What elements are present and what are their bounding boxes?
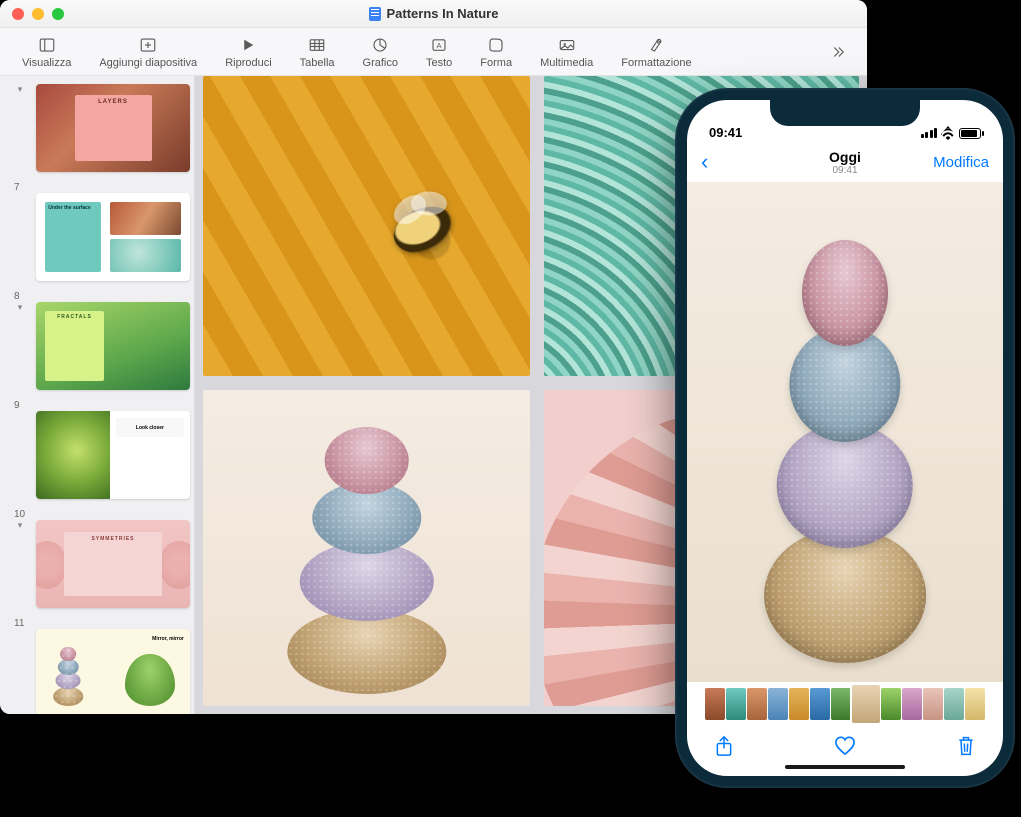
notch <box>770 100 920 126</box>
slide-navigator[interactable]: ▾ LAYERS 7 Under the surface 8 ▾ <box>0 76 195 714</box>
photos-nav-bar: ‹ Oggi 09:41 Modifica <box>687 142 1003 182</box>
filmstrip-thumb[interactable] <box>789 688 809 720</box>
media-button[interactable]: Multimedia <box>526 35 607 69</box>
cellular-signal-icon <box>921 128 938 138</box>
thumb-under-surface[interactable]: Under the surface <box>36 193 190 281</box>
filmstrip-thumb[interactable] <box>747 688 767 720</box>
thumb-title: Under the surface <box>45 202 100 214</box>
wifi-icon <box>941 126 955 140</box>
slide-number: 8 <box>8 291 190 302</box>
plus-icon <box>139 35 157 55</box>
thumb-title: FRACTALS <box>57 314 92 320</box>
filmstrip-thumb-selected[interactable] <box>852 685 880 723</box>
shape-button[interactable]: Forma <box>466 35 526 69</box>
document-icon <box>369 7 381 21</box>
thumb-symmetries[interactable]: SYMMETRIES <box>36 520 190 608</box>
view-icon <box>38 35 56 55</box>
filmstrip-thumb[interactable] <box>726 688 746 720</box>
filmstrip-thumb[interactable] <box>768 688 788 720</box>
slide-thumb-12[interactable]: Mirror, mirror <box>8 629 190 714</box>
status-time: 09:41 <box>709 125 742 140</box>
slide-thumb-11[interactable]: ▾ SYMMETRIES <box>8 520 190 608</box>
shape-label: Forma <box>480 57 512 69</box>
add-slide-button[interactable]: Aggiungi diapositiva <box>85 35 211 69</box>
filmstrip-thumb[interactable] <box>705 688 725 720</box>
filmstrip-thumb[interactable] <box>923 688 943 720</box>
play-icon <box>239 35 257 55</box>
slide-number: 10 <box>8 509 190 520</box>
thumb-layers[interactable]: LAYERS <box>36 84 190 172</box>
thumb-look-closer[interactable]: Look closer <box>36 411 190 499</box>
format-label: Formattazione <box>621 57 691 69</box>
svg-text:A: A <box>437 41 442 50</box>
thumb-title: Mirror, mirror <box>152 636 184 642</box>
view-label: Visualizza <box>22 57 71 69</box>
thumb-mirror[interactable]: Mirror, mirror <box>36 629 190 714</box>
filmstrip-thumb[interactable] <box>902 688 922 720</box>
chevrons-right-icon <box>829 42 847 62</box>
add-slide-label: Aggiungi diapositiva <box>99 57 197 69</box>
media-label: Multimedia <box>540 57 593 69</box>
filmstrip-thumb[interactable] <box>831 688 851 720</box>
thumb-title: Look closer <box>136 425 164 431</box>
share-button[interactable] <box>711 735 737 763</box>
favorite-button[interactable] <box>832 736 858 762</box>
slide-number: 7 <box>8 182 190 193</box>
photo-filmstrip[interactable] <box>687 682 1003 726</box>
status-indicators <box>921 126 982 140</box>
edit-button[interactable]: Modifica <box>933 154 989 171</box>
slide-number: 9 <box>8 400 190 411</box>
window-title-text: Patterns In Nature <box>387 6 499 21</box>
filmstrip-thumb[interactable] <box>944 688 964 720</box>
iphone-screen: 09:41 ‹ Oggi 09:41 Modifica <box>687 100 1003 776</box>
slide-thumb-8[interactable]: Under the surface <box>8 193 190 281</box>
toolbar-overflow-button[interactable] <box>817 42 859 62</box>
text-button[interactable]: A Testo <box>412 35 466 69</box>
filmstrip-thumb[interactable] <box>965 688 985 720</box>
photo-viewer[interactable] <box>687 182 1003 682</box>
play-button[interactable]: Riproduci <box>211 35 285 69</box>
chart-button[interactable]: Grafico <box>349 35 412 69</box>
thumb-fractals[interactable]: FRACTALS <box>36 302 190 390</box>
window-title: Patterns In Nature <box>0 6 867 21</box>
play-label: Riproduci <box>225 57 271 69</box>
text-label: Testo <box>426 57 452 69</box>
filmstrip-thumb[interactable] <box>881 688 901 720</box>
trash-button[interactable] <box>953 735 979 763</box>
slide-thumb-10[interactable]: Look closer <box>8 411 190 499</box>
slide-thumb-9[interactable]: ▾ FRACTALS <box>8 302 190 390</box>
slide-thumb-7[interactable]: ▾ LAYERS <box>8 84 190 172</box>
back-button[interactable]: ‹ <box>701 149 708 175</box>
table-button[interactable]: Tabella <box>286 35 349 69</box>
image-sea-urchins[interactable] <box>203 390 530 706</box>
disclosure-triangle-icon[interactable]: ▾ <box>15 84 25 94</box>
chart-icon <box>371 35 389 55</box>
media-icon <box>558 35 576 55</box>
titlebar: Patterns In Nature <box>0 0 867 28</box>
text-icon: A <box>430 35 448 55</box>
toolbar: Visualizza Aggiungi diapositiva Riproduc… <box>0 28 867 76</box>
iphone-device: 09:41 ‹ Oggi 09:41 Modifica <box>675 88 1015 788</box>
shape-icon <box>487 35 505 55</box>
table-label: Tabella <box>300 57 335 69</box>
image-honeycomb-bee[interactable] <box>203 76 530 376</box>
disclosure-triangle-icon[interactable]: ▾ <box>15 520 25 530</box>
slide-number: 11 <box>8 618 190 629</box>
home-indicator[interactable] <box>785 765 905 769</box>
battery-icon <box>959 128 981 139</box>
format-button[interactable]: Formattazione <box>607 35 705 69</box>
view-button[interactable]: Visualizza <box>8 35 85 69</box>
disclosure-triangle-icon[interactable]: ▾ <box>15 302 25 312</box>
filmstrip-thumb[interactable] <box>810 688 830 720</box>
chart-label: Grafico <box>363 57 398 69</box>
table-icon <box>308 35 326 55</box>
thumb-title: LAYERS <box>98 99 128 105</box>
format-icon <box>647 35 665 55</box>
thumb-title: SYMMETRIES <box>91 536 134 542</box>
